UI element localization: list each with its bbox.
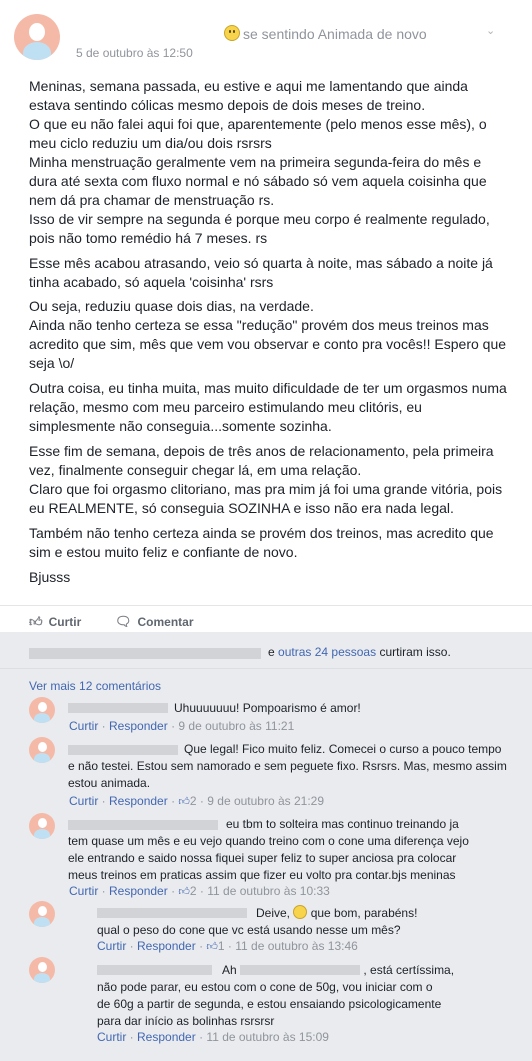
post-paragraph: Esse mês acabou atrasando, veio só quart…: [29, 255, 493, 290]
comment-time[interactable]: 9 de outubro às 11:21: [178, 719, 294, 733]
comment-text: eu tbm to solteira mas continuo treinand…: [68, 817, 469, 882]
smiley-icon: [293, 905, 308, 919]
redacted-name: [97, 908, 247, 918]
comment-meta: Curtir · Responder · 👍︎2 · 11 de outubro…: [69, 884, 330, 898]
comment-meta: Curtir · Responder · 👍︎2 · 9 de outubro …: [69, 794, 325, 808]
redacted-name: [68, 703, 168, 713]
like-count-icon: 👍︎: [178, 886, 190, 898]
post-card: se sentindo Animada de novo 5 de outubro…: [0, 0, 532, 632]
likes-suffix: curtiram isso.: [379, 645, 451, 659]
reply-mention[interactable]: Deive,: [256, 906, 290, 920]
like-count-icon: 👍︎: [178, 796, 190, 808]
reply-text: , está certíssima,: [363, 963, 455, 977]
smiley-icon: [224, 25, 240, 41]
redacted-names: [29, 648, 261, 659]
thumbs-up-icon: 👍︎: [29, 614, 43, 629]
like-count-icon: 👍︎: [206, 941, 218, 953]
divider: [0, 668, 532, 669]
others-link[interactable]: outras 24 pessoas: [278, 645, 376, 659]
post-timestamp[interactable]: 5 de outubro às 12:50: [76, 46, 193, 60]
feeling-activity: se sentindo Animada de novo: [224, 25, 427, 42]
post-paragraph: Também não tenho certeza ainda se provém…: [29, 525, 494, 560]
comment-reply-link[interactable]: Responder: [109, 884, 168, 898]
comment-like-link[interactable]: Curtir: [69, 719, 98, 733]
reply-meta: Curtir · Responder · 👍︎1 · 11 de outubro…: [97, 939, 358, 953]
like-count[interactable]: 2: [190, 884, 197, 898]
likes-prefix: e: [268, 645, 275, 659]
like-button[interactable]: 👍︎ Curtir: [29, 614, 81, 630]
comment-time[interactable]: 11 de outubro às 10:33: [207, 884, 330, 898]
comment-avatar[interactable]: [29, 737, 55, 763]
post-paragraph: Ou seja, reduziu quase dois dias, na ver…: [29, 298, 314, 314]
avatar[interactable]: [14, 14, 60, 60]
reply-text-line1: Ah , está certíssima,: [222, 962, 454, 979]
reply-avatar[interactable]: [29, 901, 55, 927]
redacted-mention: [240, 965, 361, 975]
post-paragraph: O que eu não falei aqui foi que, aparent…: [29, 116, 487, 151]
post-paragraph: Meninas, semana passada, eu estive e aqu…: [29, 78, 468, 113]
reply-text: qual o peso do cone que vc está usando n…: [97, 923, 401, 937]
reply-text: que bom, parabéns!: [310, 906, 418, 920]
reply-reply-link[interactable]: Responder: [137, 939, 196, 953]
comment-meta: Curtir · Responder · 9 de outubro às 11:…: [69, 719, 295, 733]
post-paragraph: Ainda não tenho certeza se essa "redução…: [29, 317, 507, 371]
comment-icon: 🗨︎: [115, 614, 132, 629]
reply-text-line1: Deive, que bom, parabéns!: [256, 905, 417, 922]
comment-text: Que legal! Fico muito feliz. Comecei o c…: [68, 742, 507, 790]
reply-text: não pode parar, eu estou com o cone de 5…: [97, 980, 442, 1028]
reply-meta: Curtir · Responder · 11 de outubro às 15…: [97, 1030, 329, 1044]
reply-avatar[interactable]: [29, 957, 55, 983]
post-signoff: Bjusss: [29, 569, 71, 585]
reply-time[interactable]: 11 de outubro às 15:09: [206, 1030, 329, 1044]
post-paragraph: Minha menstruação geralmente vem na prim…: [29, 154, 487, 208]
post-actions: 👍︎ Curtir 🗨︎ Comentar: [0, 605, 532, 634]
reply-like-link[interactable]: Curtir: [97, 939, 126, 953]
comment-reply-link[interactable]: Responder: [109, 719, 168, 733]
chevron-down-icon[interactable]: ⌄: [486, 24, 498, 37]
comment-time[interactable]: 9 de outubro às 21:29: [207, 794, 324, 808]
comment-button[interactable]: 🗨︎ Comentar: [115, 614, 194, 630]
feeling-text: se sentindo Animada de novo: [243, 26, 427, 42]
like-count[interactable]: 1: [218, 939, 225, 953]
reply-time[interactable]: 11 de outubro às 13:46: [235, 939, 358, 953]
like-label: Curtir: [48, 615, 82, 629]
reply-reply-link[interactable]: Responder: [137, 1030, 196, 1044]
comment-like-link[interactable]: Curtir: [69, 884, 98, 898]
reply-text: Ah: [222, 963, 237, 977]
comment-label: Comentar: [137, 615, 194, 629]
post-paragraph: Claro que foi orgasmo clitoriano, mas pr…: [29, 481, 503, 516]
comment-reply-link[interactable]: Responder: [109, 794, 168, 808]
reply-like-link[interactable]: Curtir: [97, 1030, 126, 1044]
like-count[interactable]: 2: [190, 794, 197, 808]
comment-like-link[interactable]: Curtir: [69, 794, 98, 808]
redacted-name: [97, 965, 212, 975]
post-paragraph: Outra coisa, eu tinha muita, mas muito d…: [29, 380, 507, 434]
post-paragraph: Isso de vir sempre na segunda é porque m…: [29, 211, 490, 246]
post-paragraph: Esse fim de semana, depois de três anos …: [29, 443, 494, 478]
comment-text: Uhuuuuuuu! Pompoarismo é amor!: [174, 701, 361, 715]
comment-avatar[interactable]: [29, 813, 55, 839]
comment-avatar[interactable]: [29, 697, 55, 723]
likes-summary: e outras 24 pessoas curtiram isso.: [268, 645, 451, 659]
view-more-comments-link[interactable]: Ver mais 12 comentários: [29, 679, 161, 693]
